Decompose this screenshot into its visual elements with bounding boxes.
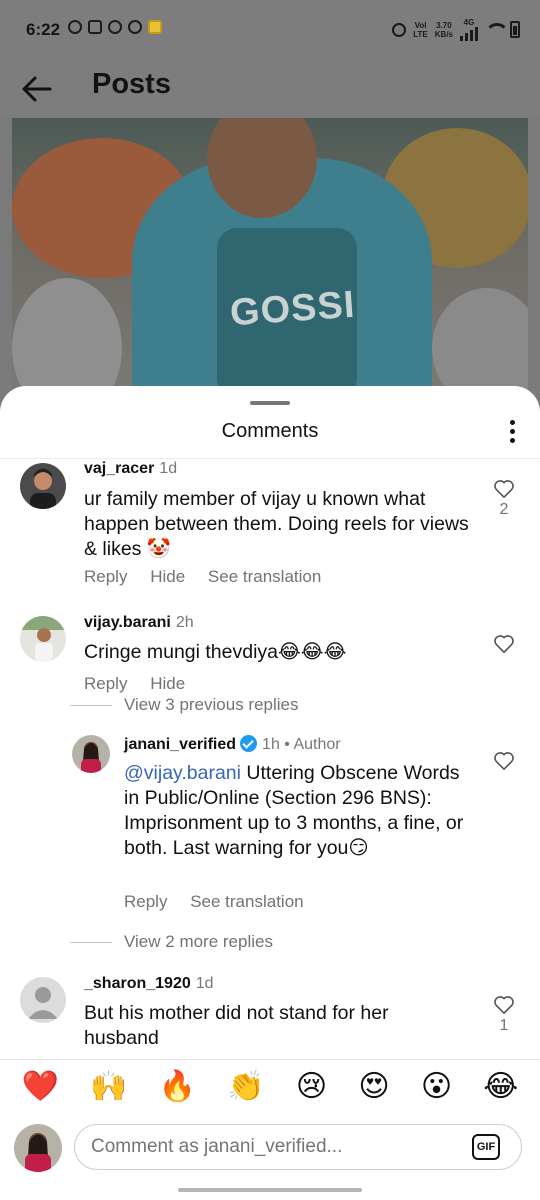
view-previous-replies[interactable]: View 3 previous replies (70, 695, 299, 715)
comment-composer: GIF (0, 1122, 540, 1182)
reply-username[interactable]: janani_verified 1h • Author (124, 735, 341, 754)
comments-list[interactable]: vaj_racer 1d ur family member of vijay u … (0, 459, 540, 1059)
reply-actions: Reply See translation (124, 892, 322, 912)
see-translation-button[interactable]: See translation (208, 567, 321, 586)
speed-indicator: 3.70 KB/s (434, 20, 453, 39)
shirt-print: GOSSI (228, 283, 357, 335)
avatar[interactable] (20, 463, 66, 509)
raising-hands-emoji-button[interactable]: 🙌 (90, 1070, 127, 1104)
see-translation-button[interactable]: See translation (190, 892, 303, 911)
comments-sheet: Comments vaj_racer 1d ur family member of… (0, 386, 540, 1200)
verified-badge-icon (240, 735, 258, 752)
more-options-icon[interactable] (508, 420, 516, 444)
laughing-emoji-button[interactable]: 😂 (483, 1070, 518, 1104)
heart-icon[interactable] (493, 995, 515, 1015)
comment-actions: Reply Hide See translation (84, 567, 339, 587)
volte-indicator: Vol LTE (413, 20, 428, 39)
comment-username[interactable]: _sharon_1920 1d (84, 975, 214, 993)
comment-text: Cringe mungi thevdiya😂😂😂 (84, 641, 347, 663)
mention-link[interactable]: @vijay.barani (124, 762, 241, 784)
comment-username[interactable]: vaj_racer 1d (84, 460, 177, 478)
reply-button[interactable]: Reply (84, 567, 127, 586)
comment-text: But his mother did not stand for her hus… (84, 1002, 389, 1049)
view-more-replies[interactable]: View 2 more replies (70, 932, 273, 952)
comment-text: ur family member of vijay u known what h… (84, 488, 469, 560)
like-button[interactable] (492, 751, 516, 771)
battery-icon (510, 21, 520, 38)
comment-item: _sharon_1920 1d But his mother did not st… (0, 973, 540, 1059)
hide-button[interactable]: Hide (150, 674, 185, 693)
drag-handle[interactable] (250, 401, 290, 405)
notification-icons (68, 20, 162, 34)
comment-item: vijay.barani 2h Cringe mungi thevdiya😂😂😂 … (0, 612, 540, 697)
page-title: Posts (92, 68, 171, 100)
avatar[interactable] (72, 735, 110, 773)
heart-icon[interactable] (493, 751, 515, 771)
alarm-icon (392, 22, 407, 37)
reply-button[interactable]: Reply (84, 674, 127, 693)
emoji-reaction-bar: ❤️ 🙌 🔥 👏 😢 😍 😮 😂 (0, 1059, 540, 1114)
like-count: 2 (499, 501, 509, 518)
like-count: 1 (499, 1017, 509, 1034)
status-time: 6:22 (26, 20, 61, 39)
gif-button[interactable]: GIF (472, 1134, 500, 1160)
heart-eyes-emoji-button[interactable]: 😍 (358, 1070, 389, 1104)
whatsapp-icon (68, 20, 82, 34)
crying-emoji-button[interactable]: 😢 (296, 1070, 327, 1104)
red-heart-emoji-button[interactable]: ❤️ (22, 1070, 59, 1104)
status-bar: 6:22 Vol LTE 3.70 KB/s 4G (0, 0, 540, 60)
network-type: 4G (460, 18, 478, 41)
back-arrow-icon[interactable] (20, 72, 54, 106)
reply-item: janani_verified 1h • Author @vijay.barani… (0, 735, 540, 935)
comment-actions: Reply Hide (84, 674, 203, 694)
wifi-icon (485, 22, 509, 37)
notes-icon (148, 20, 162, 34)
reply-button[interactable]: Reply (124, 892, 167, 911)
hide-button[interactable]: Hide (150, 567, 185, 586)
system-icons: Vol LTE 3.70 KB/s 4G (392, 18, 520, 41)
surprised-emoji-button[interactable]: 😮 (421, 1070, 452, 1104)
current-user-avatar (14, 1124, 62, 1172)
avatar[interactable] (20, 977, 66, 1023)
comment-item: vaj_racer 1d ur family member of vijay u … (0, 459, 540, 599)
heart-icon[interactable] (493, 634, 515, 654)
fire-emoji-button[interactable]: 🔥 (159, 1070, 196, 1104)
clapping-emoji-button[interactable]: 👏 (227, 1070, 264, 1104)
comment-input[interactable] (74, 1124, 522, 1170)
signal-icon (460, 27, 478, 41)
heart-icon[interactable] (493, 479, 515, 499)
home-indicator (178, 1188, 362, 1192)
like-button[interactable]: 1 (492, 995, 516, 1035)
avatar[interactable] (20, 616, 66, 662)
chat-icon (128, 20, 142, 34)
like-button[interactable]: 2 (492, 479, 516, 519)
post-media[interactable]: GOSSI (12, 118, 528, 408)
like-button[interactable] (492, 634, 516, 654)
reply-text: @vijay.barani Uttering Obscene Words in … (124, 762, 464, 859)
instagram-icon (88, 20, 102, 34)
comment-username[interactable]: vijay.barani 2h (84, 614, 194, 632)
top-bar: Posts (0, 60, 540, 118)
snapchat-icon (108, 20, 122, 34)
sheet-title: Comments (221, 420, 319, 442)
